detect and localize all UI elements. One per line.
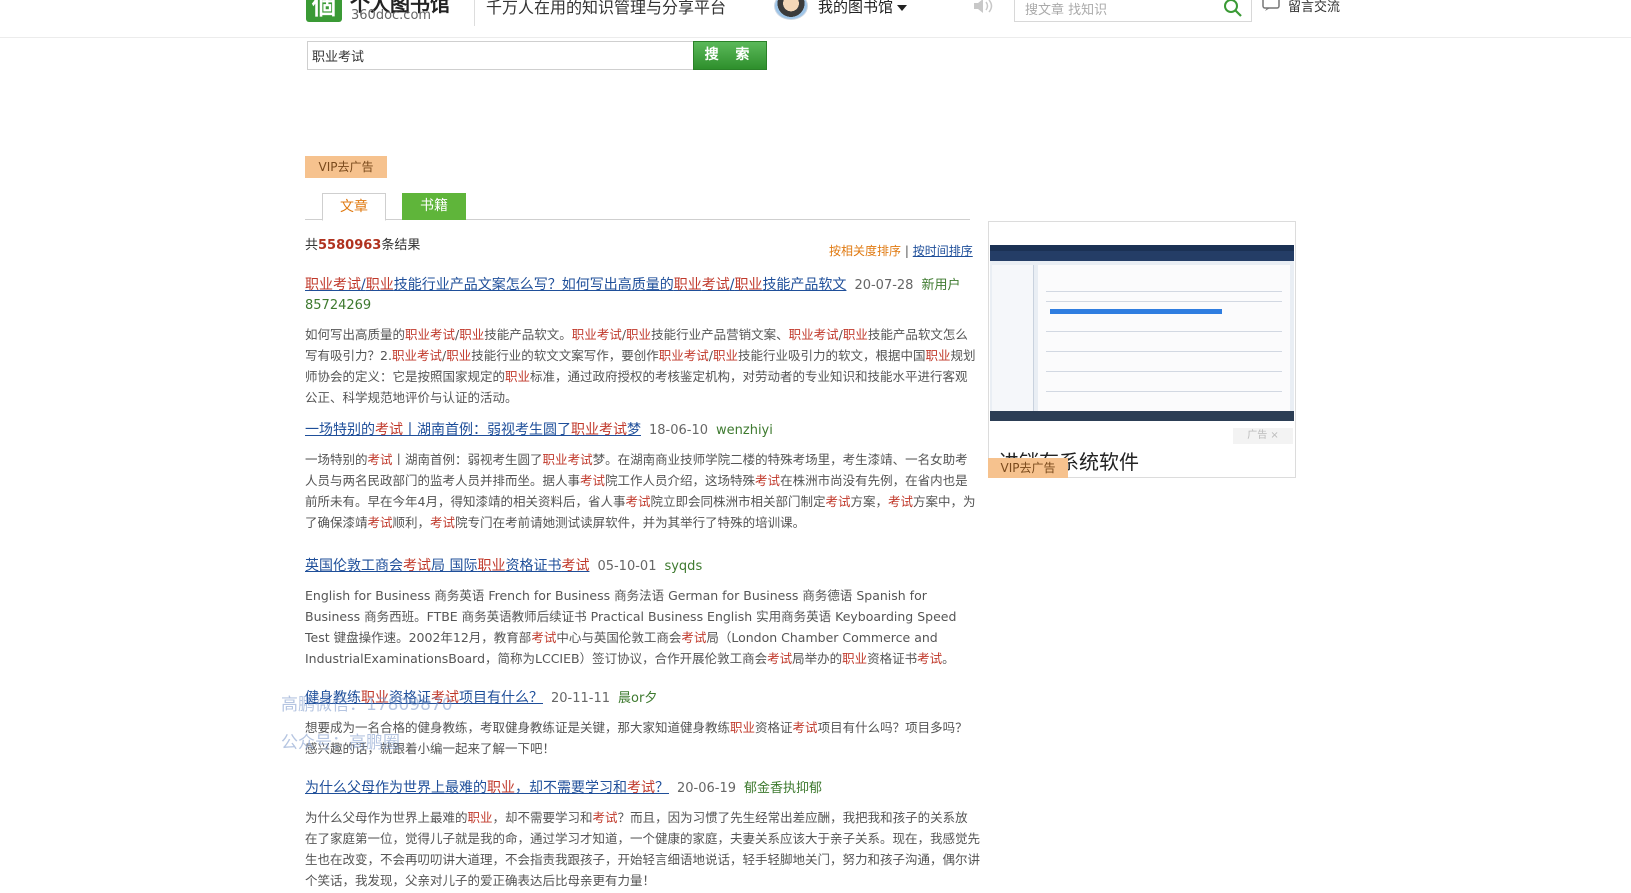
ad-image-row xyxy=(1046,331,1282,332)
result-count: 共5580963条结果 xyxy=(305,234,420,253)
tab-articles[interactable]: 文章 xyxy=(322,193,386,221)
ad-image-row xyxy=(1046,291,1282,292)
ad-close-button[interactable]: 广告 × xyxy=(1233,428,1293,444)
result-title-line: 为什么父母作为世界上最难的职业，却不需要学习和考试？ 20-06-19 郁金香执抑郁 xyxy=(305,778,980,799)
search-button[interactable]: 搜 索 xyxy=(693,41,767,70)
sort-time-link[interactable]: 按时间排序 xyxy=(913,244,973,258)
header-search-placeholder: 搜文章 找知识 xyxy=(1025,3,1108,18)
result-title-line: 英国伦敦工商会考试局 国际职业资格证书考试 05-10-01 syqds xyxy=(305,556,980,577)
logo-icon[interactable]: 個 xyxy=(306,0,342,22)
result-title-link[interactable]: 英国伦敦工商会考试局 国际职业资格证书考试 xyxy=(305,558,589,574)
result-excerpt: 一场特别的考试丨湖南首例：弱视考生圆了职业考试梦。在湖南商业技师学院二楼的特殊考… xyxy=(305,452,976,530)
sort-bar: 按相关度排序 | 按时间排序 xyxy=(829,242,973,259)
list-item: 英国伦敦工商会考试局 国际职业资格证书考试 05-10-01 syqds Engli… xyxy=(305,556,980,669)
list-item: 一场特别的考试丨湖南首例：弱视考生圆了职业考试梦 18-06-10 wenzhiyi… xyxy=(305,420,980,533)
ad-image-bar xyxy=(1050,309,1222,314)
result-date: 20-11-11 xyxy=(551,691,611,706)
search-input[interactable] xyxy=(307,41,693,70)
list-item: 健身教练职业资格证考试项目有什么？ 20-11-11 晨or夕 想要成为一名合格的健… xyxy=(305,688,980,759)
speaker-icon[interactable] xyxy=(972,0,994,14)
result-title-line: 职业考试/职业技能行业产品文案怎么写？如何写出高质量的职业考试/职业技能产品软文… xyxy=(305,275,980,296)
result-title-line: 健身教练职业资格证考试项目有什么？ 20-11-11 晨or夕 xyxy=(305,688,980,709)
header-search-input[interactable]: 搜文章 找知识 xyxy=(1014,0,1252,22)
vip-remove-ads-button[interactable]: VIP去广告 xyxy=(305,156,387,178)
ad-image-row xyxy=(1046,391,1282,392)
user-avatar[interactable] xyxy=(774,0,808,20)
logo-domain: 360doc.com xyxy=(351,8,432,23)
message-icon[interactable] xyxy=(1262,0,1280,12)
ad-screenshot-image[interactable] xyxy=(990,245,1294,421)
result-author[interactable]: 郁金香执抑郁 xyxy=(744,781,822,796)
result-author[interactable]: wenzhiyi xyxy=(716,423,773,438)
list-item: 为什么父母作为世界上最难的职业，却不需要学习和考试？ 20-06-19 郁金香执抑郁… xyxy=(305,778,980,891)
header-divider xyxy=(474,0,475,26)
ad-image-row xyxy=(1046,301,1282,302)
result-title-link[interactable]: 一场特别的考试丨湖南首例：弱视考生圆了职业考试梦 xyxy=(305,422,641,438)
result-title-link[interactable]: 职业考试/职业技能行业产品文案怎么写？如何写出高质量的职业考试/职业技能产品软文 xyxy=(305,277,846,293)
my-library-menu[interactable]: 我的图书馆 xyxy=(818,0,908,17)
search-icon[interactable] xyxy=(1223,0,1243,18)
ad-image-nav xyxy=(990,251,1294,261)
result-author[interactable]: syqds xyxy=(664,559,702,574)
result-excerpt: 想要成为一名合格的健身教练，考取健身教练证是关键，那大家知道健身教练职业资格证考… xyxy=(305,720,968,756)
ad-image-row xyxy=(1046,371,1282,372)
result-count-suffix: 条结果 xyxy=(381,238,421,253)
result-title-link[interactable]: 健身教练职业资格证考试项目有什么？ xyxy=(305,690,543,706)
result-excerpt: 如何写出高质量的职业考试/职业技能产品软文。职业考试/职业技能行业产品营销文案、… xyxy=(305,327,976,405)
result-date: 20-07-28 xyxy=(854,278,914,293)
sidebar-vip-remove-ads-button[interactable]: VIP去广告 xyxy=(988,458,1068,478)
my-library-label: 我的图书馆 xyxy=(818,0,894,16)
result-title-line: 一场特别的考试丨湖南首例：弱视考生圆了职业考试梦 18-06-10 wenzhiyi xyxy=(305,420,980,441)
sort-separator: | xyxy=(904,244,909,258)
result-author-id[interactable]: 85724269 xyxy=(305,296,980,316)
result-excerpt: English for Business 商务英语 French for Bus… xyxy=(305,588,957,666)
tab-books[interactable]: 书籍 xyxy=(402,193,466,220)
list-item: 职业考试/职业技能行业产品文案怎么写？如何写出高质量的职业考试/职业技能产品软文… xyxy=(305,275,980,408)
result-author[interactable]: 新用户 xyxy=(921,278,960,293)
result-date: 18-06-10 xyxy=(649,423,709,438)
ad-image-tree xyxy=(992,265,1034,415)
header-slogan: 千万人在用的知识管理与分享平台 xyxy=(486,0,727,17)
result-count-number: 5580963 xyxy=(318,238,382,253)
ad-image-grid xyxy=(1038,265,1290,415)
ad-image-row xyxy=(1046,351,1282,352)
result-count-prefix: 共 xyxy=(305,238,319,253)
sidebar-ad[interactable]: 广告 × 进销存系统软件 xyxy=(988,221,1296,478)
messages-link[interactable]: 留言交流 xyxy=(1288,0,1340,15)
result-date: 05-10-01 xyxy=(597,559,657,574)
result-title-link[interactable]: 为什么父母作为世界上最难的职业，却不需要学习和考试？ xyxy=(305,780,669,796)
ad-image-footer xyxy=(990,411,1294,421)
result-date: 20-06-19 xyxy=(677,781,737,796)
result-excerpt: 为什么父母作为世界上最难的职业，却不需要学习和考试？而且，因为习惯了先生经常出差… xyxy=(305,810,981,888)
sort-relevance-link[interactable]: 按相关度排序 xyxy=(829,244,901,258)
top-header: 個 个人图书馆 360doc.com 千万人在用的知识管理与分享平台 我的图书馆… xyxy=(0,0,1631,38)
chevron-down-icon xyxy=(897,4,908,11)
result-author[interactable]: 晨or夕 xyxy=(618,691,657,706)
